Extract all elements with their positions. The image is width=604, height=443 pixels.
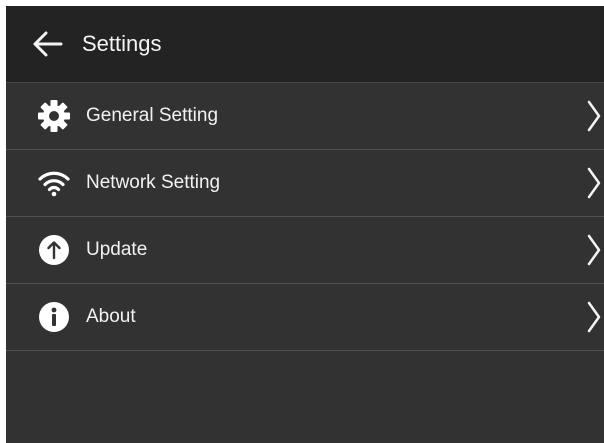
chevron-right-icon <box>586 166 602 200</box>
menu-item-label: Update <box>86 239 148 260</box>
header-bar: Settings <box>6 6 604 83</box>
menu-item-about[interactable]: About <box>6 284 604 351</box>
menu-item-label: General Setting <box>86 105 219 126</box>
back-button[interactable] <box>26 24 70 64</box>
info-circle-icon <box>36 299 72 335</box>
gear-icon <box>36 98 72 134</box>
menu-item-update[interactable]: Update <box>6 217 604 284</box>
menu-item-label: Network Setting <box>86 172 221 193</box>
settings-screen: Settings General Setting Network Setting… <box>6 6 604 443</box>
menu-item-label: About <box>86 306 136 327</box>
chevron-right-icon <box>586 233 602 267</box>
arrow-left-icon <box>33 31 63 57</box>
chevron-right-icon <box>586 300 602 334</box>
arrow-up-circle-icon <box>36 232 72 268</box>
wifi-icon <box>36 165 72 201</box>
page-title: Settings <box>82 31 162 56</box>
menu-item-general-setting[interactable]: General Setting <box>6 83 604 150</box>
menu-item-network-setting[interactable]: Network Setting <box>6 150 604 217</box>
chevron-right-icon <box>586 99 602 133</box>
